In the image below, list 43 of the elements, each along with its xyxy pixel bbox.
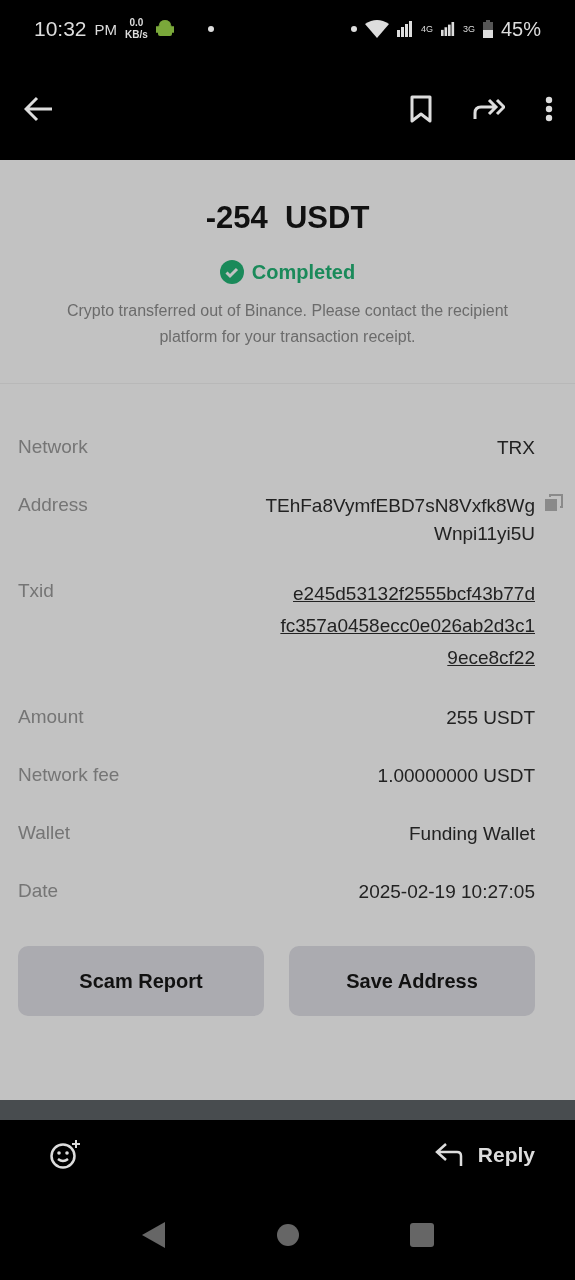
- txid-link[interactable]: e245d53132f2555bcf43b77d fc357a0458ecc0e026ab2d3c1 9ece8cf22: [280, 578, 535, 674]
- forward-icon[interactable]: [473, 97, 505, 121]
- emoji-add-icon[interactable]: [50, 1140, 80, 1170]
- network-speed: 0.0 KB/s: [125, 17, 148, 41]
- action-button[interactable]: Save Address: [289, 946, 535, 1016]
- wifi-icon: [364, 20, 389, 38]
- clock-ampm: PM: [94, 20, 118, 38]
- reply-icon: [433, 1142, 464, 1168]
- battery-level: 45%: [500, 17, 541, 41]
- more-icon[interactable]: [545, 96, 553, 122]
- reply-button[interactable]: Reply: [433, 1142, 535, 1168]
- notification-dot: [207, 26, 214, 32]
- detail-label: Network: [18, 435, 88, 459]
- network-type: 3G: [462, 24, 475, 34]
- check-circle-icon: [219, 260, 244, 284]
- detail-value: TRX: [497, 436, 535, 460]
- transaction-amount: -254 USDT: [205, 200, 370, 236]
- detail-label: Wallet: [18, 821, 71, 845]
- detail-label: Date: [18, 879, 59, 903]
- signal-icon: [440, 22, 455, 36]
- android-icon: [155, 19, 174, 39]
- notification-dot: [350, 26, 357, 32]
- detail-label: Amount: [18, 705, 84, 729]
- detail-label: Network fee: [18, 763, 120, 787]
- nav-home-icon[interactable]: [275, 1223, 300, 1247]
- action-button[interactable]: Scam Report: [18, 946, 264, 1016]
- signal-icon: [396, 21, 413, 37]
- detail-value: 255 USDT: [446, 706, 535, 730]
- detail-value: 1.00000000 USDT: [377, 764, 535, 788]
- detail-value: Funding Wallet: [408, 822, 535, 846]
- network-type: 4G: [420, 24, 433, 34]
- detail-label: Address: [18, 493, 88, 517]
- clock-time: 10:32: [34, 17, 87, 41]
- back-icon[interactable]: [24, 96, 54, 122]
- detail-label: Txid: [18, 579, 54, 603]
- detail-value: TEhFa8VymfEBD7sN8Vxfk8Wg Wnpi11yi5U: [265, 494, 535, 546]
- bookmark-icon[interactable]: [409, 95, 433, 123]
- detail-value: 2025-02-19 10:27:05: [358, 880, 535, 904]
- nav-back-icon[interactable]: [141, 1222, 166, 1248]
- status-label: Completed: [251, 260, 356, 284]
- transfer-note: Crypto transferred out of Binance. Please contact the recipient platform for your transaction receipt.: [65, 301, 510, 347]
- nav-recents-icon[interactable]: [409, 1223, 434, 1247]
- battery-icon: [482, 20, 493, 38]
